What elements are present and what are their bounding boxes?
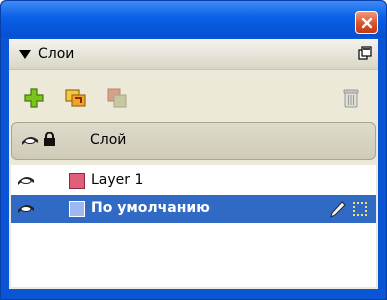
layers-toolbar: [9, 77, 378, 117]
pencil-icon[interactable]: [330, 200, 346, 222]
duplicate-layer-button[interactable]: [105, 85, 131, 111]
column-layer-title: Слой: [90, 132, 127, 148]
eye-icon: [21, 134, 39, 150]
layer-row-1[interactable]: Layer 1: [11, 167, 376, 195]
plus-icon: [24, 88, 44, 108]
duplicate-layer-icon: [107, 88, 127, 108]
lock-icon: [43, 131, 56, 151]
layer-name[interactable]: По умолчанию: [91, 200, 210, 216]
eye-icon[interactable]: [17, 174, 35, 190]
layers-list: Layer 1 По умолчанию: [11, 165, 376, 287]
trash-icon: [343, 89, 359, 108]
new-sublayer-button[interactable]: [63, 85, 89, 111]
layers-panel: Слои Слой Layer 1 По умолчанию: [9, 39, 378, 289]
dot-grid-icon[interactable]: [352, 201, 368, 221]
close-icon: [361, 17, 372, 28]
eye-icon[interactable]: [17, 202, 35, 218]
new-sublayer-icon: [65, 89, 86, 107]
layers-window: Слои Слой Layer 1 По умолчанию: [0, 0, 387, 300]
layer-row-2[interactable]: По умолчанию: [11, 195, 376, 223]
layer-color-swatch: [69, 201, 85, 217]
title-bar[interactable]: [1, 1, 386, 37]
panel-header[interactable]: Слои: [9, 39, 378, 70]
layer-color-swatch: [69, 173, 85, 189]
delete-layer-button[interactable]: [338, 85, 364, 111]
triangle-down-icon[interactable]: [19, 49, 31, 59]
close-button[interactable]: [355, 11, 378, 34]
layers-column-header: Слой: [11, 122, 376, 160]
panel-menu-icon[interactable]: [358, 46, 372, 64]
panel-title: Слои: [38, 46, 75, 62]
new-layer-button[interactable]: [21, 85, 47, 111]
layer-name[interactable]: Layer 1: [91, 172, 143, 188]
